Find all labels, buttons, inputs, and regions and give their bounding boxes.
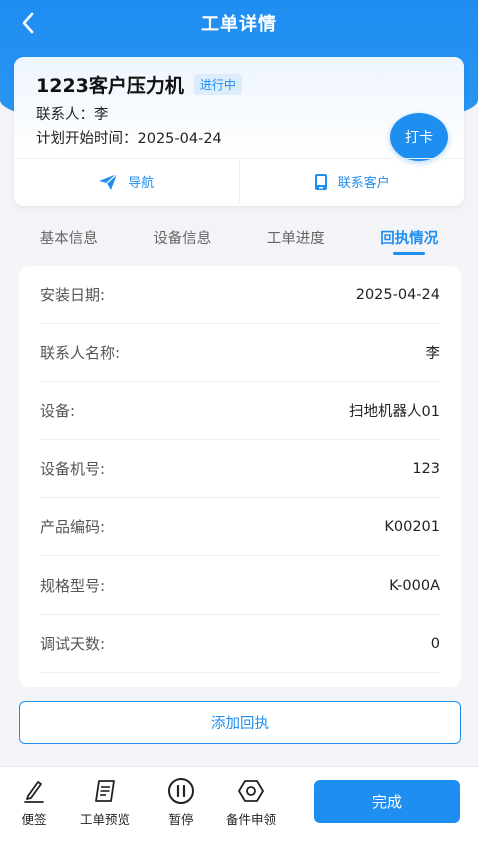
planned-start-line: 计划开始时间：2025-04-24 (36, 131, 222, 147)
chevron-left-icon (22, 12, 34, 34)
navigate-label: 导航 (128, 176, 155, 191)
bottom-action-bar: 便签 工单预览 暂停 备件申领 完成 (0, 766, 478, 850)
info-row-device-number: 设备机号: 123 (40, 440, 440, 498)
order-preview-label: 工单预览 (80, 812, 131, 827)
note-label: 便签 (21, 812, 47, 827)
phone-icon (314, 173, 327, 190)
send-icon (99, 173, 118, 190)
page-title: 工单详情 (201, 14, 277, 35)
pen-icon (19, 777, 49, 805)
info-value: 2025-04-24 (355, 286, 440, 303)
tab-bar: 基本信息 设备信息 工单进度 回执情况 (0, 218, 478, 262)
tab-label: 回执情况 (380, 231, 439, 247)
order-preview-button[interactable]: 工单预览 (80, 777, 130, 828)
receipt-info-card: 安装日期: 2025-04-24 联系人名称: 李 设备: 扫地机器人01 设备… (19, 266, 461, 687)
add-receipt-button[interactable]: 添加回执 (19, 701, 461, 744)
info-value: 123 (412, 460, 440, 477)
info-row-spec-model: 规格型号: K-000A (40, 557, 440, 615)
hexagon-icon (236, 777, 266, 805)
info-label: 调试天数: (40, 635, 106, 653)
navigate-button[interactable]: 导航 (14, 159, 239, 204)
pause-label: 暂停 (168, 812, 194, 827)
info-label: 产品编码: (40, 518, 106, 536)
info-value: 扫地机器人01 (349, 404, 440, 420)
complete-button[interactable]: 完成 (314, 780, 460, 823)
info-row-debug-days: 调试天数: 0 (40, 615, 440, 673)
tab-receipt-status[interactable]: 回执情况 (359, 218, 459, 262)
tab-label: 设备信息 (153, 231, 212, 247)
info-label: 联系人名称: (40, 344, 121, 362)
info-row-install-date: 安装日期: 2025-04-24 (40, 266, 440, 324)
document-icon (90, 777, 120, 805)
pause-button[interactable]: 暂停 (166, 777, 196, 828)
contact-customer-label: 联系客户 (337, 176, 390, 191)
tab-label: 基本信息 (39, 231, 98, 247)
tab-label: 工单进度 (266, 231, 325, 247)
status-badge: 进行中 (193, 74, 242, 95)
back-button[interactable] (14, 9, 42, 37)
info-value: K00201 (384, 518, 440, 535)
info-label: 安装日期: (40, 286, 106, 304)
info-label: 规格型号: (40, 577, 106, 595)
contact-line: 联系人：李 (36, 107, 109, 123)
info-label: 设备机号: (40, 460, 106, 478)
info-row-product-code: 产品编码: K00201 (40, 498, 440, 556)
top-bar: 工单详情 (0, 0, 478, 46)
note-button[interactable]: 便签 (19, 777, 49, 828)
info-value: K-000A (389, 577, 440, 594)
tab-order-progress[interactable]: 工单进度 (246, 218, 346, 262)
order-title-text: 1223客户压力机 (36, 75, 184, 97)
pause-icon (166, 777, 196, 805)
tab-basic-info[interactable]: 基本信息 (19, 218, 119, 262)
summary-actions: 导航 联系客户 (14, 158, 464, 204)
info-value: 0 (430, 635, 440, 652)
info-row-contact-name: 联系人名称: 李 (40, 324, 440, 382)
order-title: 1223客户压力机 进行中 (36, 71, 242, 98)
spare-parts-label: 备件申领 (226, 812, 277, 827)
info-row-device: 设备: 扫地机器人01 (40, 382, 440, 440)
contact-customer-button[interactable]: 联系客户 (238, 159, 465, 204)
active-tab-indicator (393, 252, 426, 255)
checkin-button[interactable]: 打卡 (390, 113, 448, 161)
tab-device-info[interactable]: 设备信息 (132, 218, 232, 262)
info-label: 设备: (40, 402, 76, 420)
order-summary-card: 1223客户压力机 进行中 联系人：李 计划开始时间：2025-04-24 打卡… (14, 57, 464, 206)
info-value: 李 (425, 346, 441, 362)
spare-parts-request-button[interactable]: 备件申领 (226, 777, 276, 828)
